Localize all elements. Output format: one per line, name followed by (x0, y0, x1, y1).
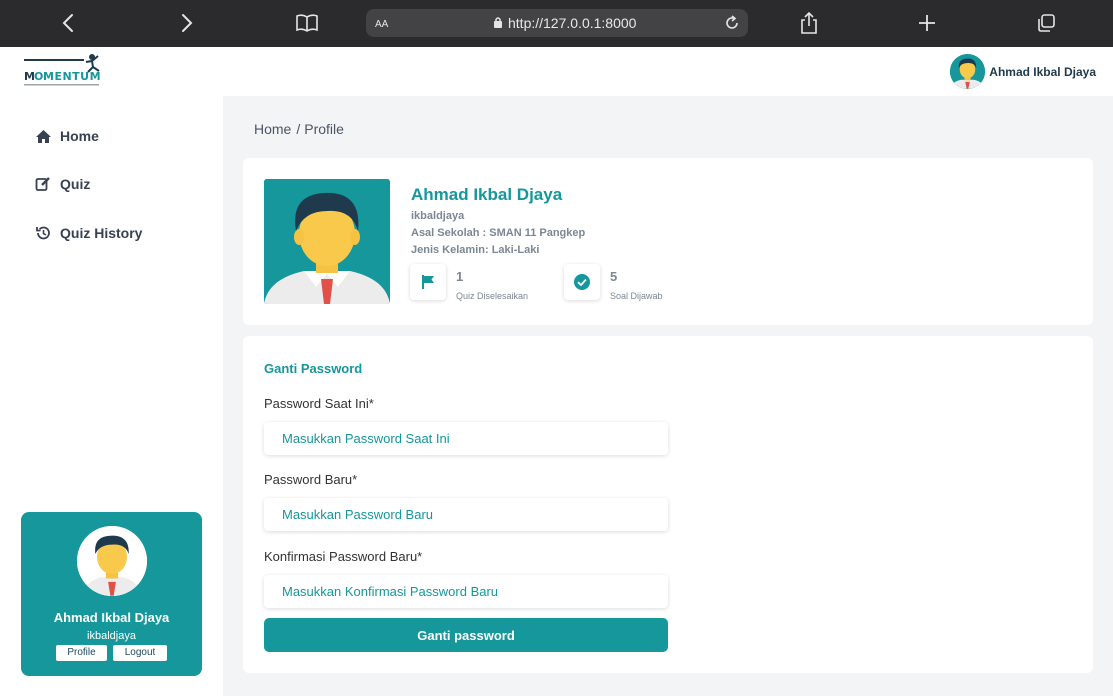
sidebar-item-label: Quiz (60, 176, 91, 192)
sidebar-item-label: Home (60, 128, 99, 144)
sidebar-item-home[interactable]: Home (34, 128, 99, 144)
breadcrumb-separator: / (296, 121, 301, 137)
sidebar-item-quiz[interactable]: Quiz (34, 176, 90, 192)
confirm-password-label: Konfirmasi Password Baru* (264, 549, 423, 564)
change-password-card: Ganti Password Password Saat Ini* Passwo… (243, 336, 1093, 673)
flag-icon (410, 264, 446, 300)
forward-icon[interactable] (174, 11, 200, 35)
bookmarks-icon[interactable] (294, 11, 320, 35)
edit-icon (34, 176, 52, 192)
change-password-button[interactable]: Ganti password (264, 618, 668, 652)
sidebar: Home Quiz Quiz History Ahmad Ikbal Djaya… (0, 96, 223, 696)
new-password-label: Password Baru* (264, 472, 358, 487)
header-user-name: Ahmad Ikbal Djaya (989, 64, 1096, 79)
sidebar-username: ikbaldjaya (87, 630, 136, 642)
text-size-button[interactable]: AA (375, 16, 388, 30)
header-user-menu[interactable]: Ahmad Ikbal Djaya (950, 54, 1096, 89)
momentum-logo[interactable]: M O MENTUM (23, 51, 103, 89)
url-text: http://127.0.0.1:8000 (508, 15, 637, 31)
share-icon[interactable] (796, 11, 822, 35)
change-password-title: Ganti Password (264, 361, 363, 376)
profile-photo (264, 179, 390, 304)
profile-username: ikbaldjaya (411, 210, 465, 222)
stat-label: Soal Dijawab (610, 291, 663, 301)
profile-button[interactable]: Profile (56, 645, 107, 661)
stat-value: 5 (610, 269, 618, 284)
profile-school: Asal Sekolah : SMAN 11 Pangkep (411, 227, 586, 239)
reload-icon[interactable] (722, 13, 742, 38)
app-header: M O MENTUM Ahmad Ikbal Djaya (0, 47, 1113, 96)
stat-label: Quiz Diselesaikan (456, 291, 529, 301)
stat-value: 1 (456, 269, 464, 284)
avatar (950, 54, 986, 89)
sidebar-item-quiz-history[interactable]: Quiz History (34, 225, 142, 241)
breadcrumb-home[interactable]: Home (254, 121, 291, 137)
breadcrumb: Home / Profile (254, 121, 344, 137)
new-tab-icon[interactable] (914, 11, 940, 35)
check-circle-icon (564, 264, 600, 300)
browser-toolbar: AA http://127.0.0.1:8000 (0, 0, 1113, 47)
current-password-label: Password Saat Ini* (264, 396, 374, 411)
address-bar[interactable]: AA http://127.0.0.1:8000 (366, 9, 748, 37)
sidebar-item-label: Quiz History (60, 225, 143, 241)
home-icon (34, 128, 52, 144)
profile-gender: Jenis Kelamin: Laki-Laki (411, 244, 540, 256)
profile-card: Ahmad Ikbal Djaya ikbaldjaya Asal Sekola… (243, 158, 1093, 325)
back-icon[interactable] (55, 11, 81, 35)
current-password-field[interactable] (264, 422, 668, 455)
logout-button[interactable]: Logout (113, 645, 167, 661)
new-password-field[interactable] (264, 498, 668, 531)
sidebar-profile-card: Ahmad Ikbal Djaya ikbaldjaya Profile Log… (21, 512, 202, 676)
confirm-password-field[interactable] (264, 575, 668, 608)
tabs-overview-icon[interactable] (1033, 11, 1059, 35)
sidebar-user-name: Ahmad Ikbal Djaya (53, 610, 170, 625)
breadcrumb-current: Profile (304, 121, 344, 137)
history-icon (34, 225, 52, 241)
lock-icon (493, 16, 503, 34)
svg-text:MENTUM: MENTUM (43, 70, 101, 83)
profile-name: Ahmad Ikbal Djaya (411, 185, 563, 204)
avatar (77, 526, 147, 596)
